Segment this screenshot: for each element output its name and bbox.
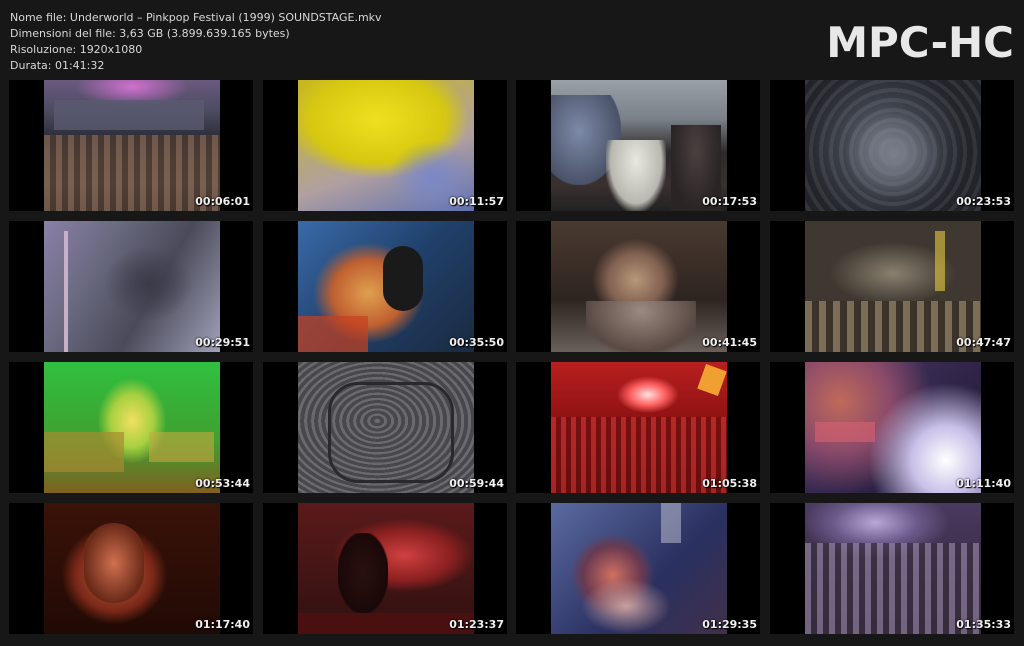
timestamp: 01:11:40 xyxy=(956,477,1011,490)
timestamp: 01:23:37 xyxy=(449,618,504,631)
video-frame xyxy=(805,362,981,493)
thumbnail: 01:17:40 xyxy=(9,503,253,634)
timestamp: 00:11:57 xyxy=(449,195,504,208)
timestamp: 00:17:53 xyxy=(702,195,757,208)
file-size: Dimensioni del file: 3,63 GB (3.899.639.… xyxy=(10,27,290,40)
timestamp: 00:06:01 xyxy=(195,195,250,208)
video-frame xyxy=(805,221,981,352)
timestamp: 00:59:44 xyxy=(449,477,504,490)
file-name: Nome file: Underworld – Pinkpop Festival… xyxy=(10,11,382,24)
thumbnail-sheet: Nome file: Underworld – Pinkpop Festival… xyxy=(0,0,1024,646)
timestamp: 00:53:44 xyxy=(195,477,250,490)
thumbnail: 01:11:40 xyxy=(770,362,1014,493)
timestamp: 00:41:45 xyxy=(702,336,757,349)
thumbnail: 01:05:38 xyxy=(516,362,760,493)
thumbnail: 00:23:53 xyxy=(770,80,1014,211)
thumbnail: 00:17:53 xyxy=(516,80,760,211)
video-frame xyxy=(298,80,474,211)
timestamp: 00:47:47 xyxy=(956,336,1011,349)
thumbnail: 00:29:51 xyxy=(9,221,253,352)
video-frame xyxy=(298,221,474,352)
timestamp: 00:23:53 xyxy=(956,195,1011,208)
thumbnail-grid: 00:06:01 00:11:57 00:17:53 00:23:53 00:2… xyxy=(9,80,1016,635)
thumbnail: 01:23:37 xyxy=(263,503,507,634)
duration: Durata: 01:41:32 xyxy=(10,59,105,72)
video-frame xyxy=(44,503,220,634)
timestamp: 01:05:38 xyxy=(702,477,757,490)
resolution: Risoluzione: 1920x1080 xyxy=(10,43,143,56)
file-info: Nome file: Underworld – Pinkpop Festival… xyxy=(10,10,382,74)
thumbnail: 00:53:44 xyxy=(9,362,253,493)
thumbnail: 00:11:57 xyxy=(263,80,507,211)
video-frame xyxy=(551,80,727,211)
timestamp: 00:35:50 xyxy=(449,336,504,349)
thumbnail: 01:35:33 xyxy=(770,503,1014,634)
video-frame xyxy=(805,503,981,634)
video-frame xyxy=(551,503,727,634)
timestamp: 00:29:51 xyxy=(195,336,250,349)
app-logo: MPC-HC xyxy=(826,18,1014,67)
video-frame xyxy=(551,221,727,352)
thumbnail: 00:47:47 xyxy=(770,221,1014,352)
video-frame xyxy=(44,221,220,352)
video-frame xyxy=(44,362,220,493)
thumbnail: 00:59:44 xyxy=(263,362,507,493)
video-frame xyxy=(805,80,981,211)
timestamp: 01:29:35 xyxy=(702,618,757,631)
video-frame xyxy=(298,503,474,634)
thumbnail: 00:06:01 xyxy=(9,80,253,211)
video-frame xyxy=(551,362,727,493)
thumbnail: 01:29:35 xyxy=(516,503,760,634)
timestamp: 01:17:40 xyxy=(195,618,250,631)
timestamp: 01:35:33 xyxy=(956,618,1011,631)
video-frame xyxy=(298,362,474,493)
video-frame xyxy=(44,80,220,211)
thumbnail: 00:41:45 xyxy=(516,221,760,352)
thumbnail: 00:35:50 xyxy=(263,221,507,352)
